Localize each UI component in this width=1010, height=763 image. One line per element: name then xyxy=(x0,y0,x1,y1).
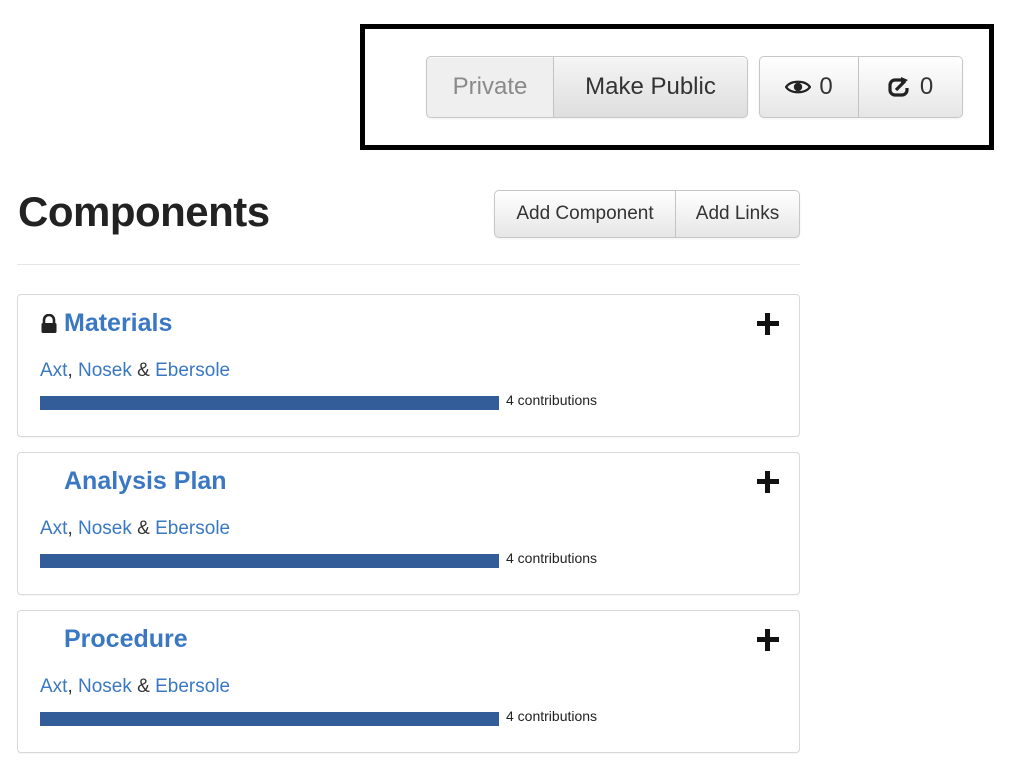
fork-button[interactable]: 0 xyxy=(859,56,963,118)
contributors-list: Axt, Nosek & Ebersole xyxy=(40,360,231,381)
component-actions: Add Component Add Links xyxy=(494,190,800,238)
contributors-list: Axt, Nosek & Ebersole xyxy=(40,518,231,539)
component-title-link[interactable]: Materials xyxy=(64,309,172,338)
contributor-link[interactable]: Ebersole xyxy=(155,518,230,539)
counts-group: 0 0 xyxy=(759,56,963,118)
contributors-list: Axt, Nosek & Ebersole xyxy=(40,676,231,697)
contribution-bar xyxy=(40,396,499,410)
contributor-link[interactable]: Nosek xyxy=(78,360,132,381)
component-card-materials: Materials Axt, Nosek & Ebersole 4 contri… xyxy=(17,294,800,437)
page-title: Components xyxy=(18,188,270,235)
plus-icon[interactable] xyxy=(757,471,779,493)
contributions-count: 4 contributions xyxy=(506,392,598,408)
add-links-button[interactable]: Add Links xyxy=(676,190,800,238)
component-card-procedure: Procedure Axt, Nosek & Ebersole 4 contri… xyxy=(17,610,800,753)
private-status-button: Private xyxy=(426,56,554,118)
make-public-button[interactable]: Make Public xyxy=(554,56,748,118)
card-title-row: Materials xyxy=(40,309,172,338)
contribution-bar xyxy=(40,712,499,726)
contribution-bar-track xyxy=(40,712,499,726)
contributions-count: 4 contributions xyxy=(506,708,598,724)
fork-icon xyxy=(888,77,909,97)
contributor-link[interactable]: Nosek xyxy=(78,676,132,697)
contributor-link[interactable]: Axt xyxy=(40,676,67,697)
contributions-count: 4 contributions xyxy=(506,550,598,566)
divider xyxy=(17,264,800,265)
contributor-link[interactable]: Axt xyxy=(40,360,67,381)
eye-icon xyxy=(785,80,812,94)
fork-count: 0 xyxy=(919,73,934,100)
contributor-link[interactable]: Nosek xyxy=(78,518,132,539)
contribution-bar-track xyxy=(40,554,499,568)
plus-icon[interactable] xyxy=(757,629,779,651)
plus-icon[interactable] xyxy=(757,313,779,335)
component-card-analysis-plan: Analysis Plan Axt, Nosek & Ebersole 4 co… xyxy=(17,452,800,595)
watch-count: 0 xyxy=(819,73,833,100)
privacy-toggle-group: Private Make Public xyxy=(426,56,748,118)
lock-icon xyxy=(41,313,57,333)
contributor-link[interactable]: Ebersole xyxy=(155,360,230,381)
watch-button[interactable]: 0 xyxy=(759,56,859,118)
contribution-bar-track xyxy=(40,396,499,410)
contributor-link[interactable]: Ebersole xyxy=(155,676,230,697)
contribution-bar xyxy=(40,554,499,568)
add-component-button[interactable]: Add Component xyxy=(494,190,676,238)
component-title-link[interactable]: Procedure xyxy=(64,625,188,654)
card-title-row: Analysis Plan xyxy=(40,467,227,496)
card-title-row: Procedure xyxy=(40,625,188,654)
component-title-link[interactable]: Analysis Plan xyxy=(64,467,227,496)
contributor-link[interactable]: Axt xyxy=(40,518,67,539)
